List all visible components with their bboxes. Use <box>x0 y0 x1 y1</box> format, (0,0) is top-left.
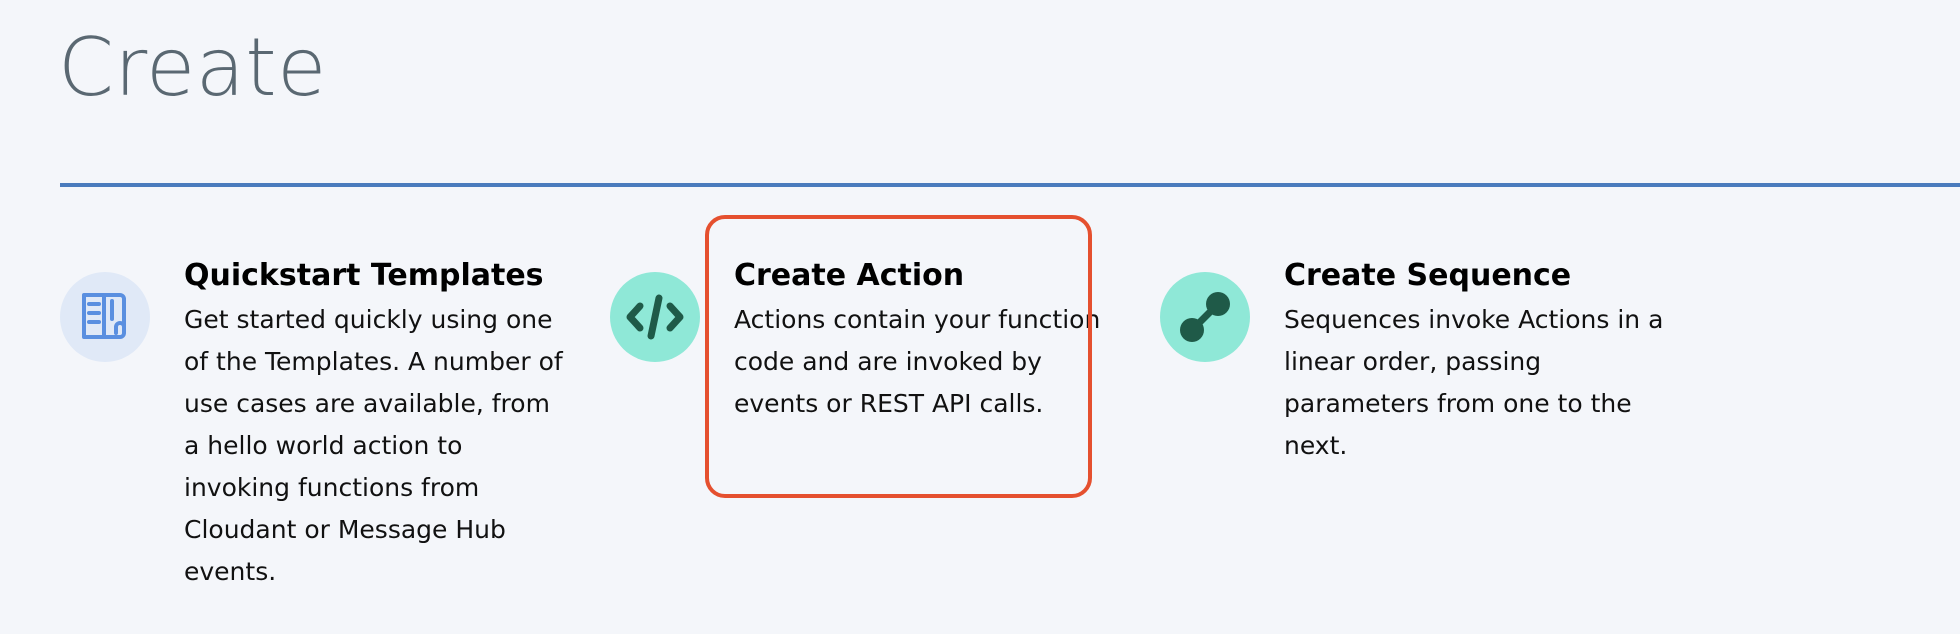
create-action-card[interactable]: Create Action Actions contain your funct… <box>610 258 1110 598</box>
card-title: Create Action <box>734 258 965 293</box>
card-description: Get started quickly using one of the Tem… <box>184 305 563 586</box>
book-icon <box>60 272 150 362</box>
card-description: Actions contain your function code and a… <box>734 305 1101 418</box>
card-title: Create Sequence <box>1284 258 1572 293</box>
title-divider <box>60 183 1960 187</box>
create-sequence-card[interactable]: Create Sequence Sequences invoke Actions… <box>1160 258 1700 598</box>
card-description: Sequences invoke Actions in a linear ord… <box>1284 305 1664 460</box>
code-icon <box>610 272 700 362</box>
card-title: Quickstart Templates <box>184 258 544 293</box>
page-title: Create <box>58 21 327 114</box>
quickstart-templates-card[interactable]: Quickstart Templates Get started quickly… <box>60 258 563 598</box>
sequence-icon <box>1160 272 1250 362</box>
